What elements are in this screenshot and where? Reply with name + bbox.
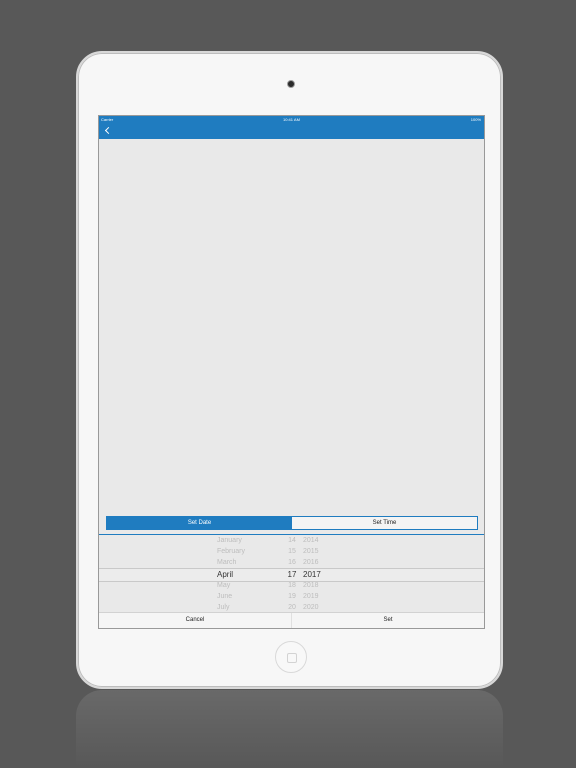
set-date-tab[interactable]: Set Date xyxy=(107,517,292,529)
picker-action-bar: Cancel Set xyxy=(99,612,484,628)
status-time: 10:41 AM xyxy=(283,117,300,122)
cancel-button[interactable]: Cancel xyxy=(99,613,291,628)
navigation-bar xyxy=(99,123,484,139)
date-picker[interactable]: January February March April May June Ju… xyxy=(99,535,484,612)
month-item: February xyxy=(217,548,246,555)
day-item: 16 xyxy=(288,559,296,566)
status-bar: Carrier 10:41 AM 100% xyxy=(99,116,484,123)
home-square-icon xyxy=(287,653,297,663)
day-item: 18 xyxy=(288,582,296,589)
day-item: 20 xyxy=(288,604,296,611)
year-item: 2018 xyxy=(303,582,319,589)
front-camera xyxy=(287,80,295,88)
month-item: June xyxy=(217,593,233,600)
device-reflection xyxy=(76,690,503,768)
month-item: July xyxy=(217,604,230,611)
day-item: 14 xyxy=(288,537,296,544)
month-item: January xyxy=(217,537,242,544)
selected-day: 17 xyxy=(287,570,297,579)
home-button[interactable] xyxy=(275,641,307,673)
battery-label: 100% xyxy=(470,117,481,122)
month-item: May xyxy=(217,582,231,589)
year-wheel[interactable]: 2014 2015 2016 2017 2018 2019 2020 xyxy=(303,535,343,612)
back-chevron-icon[interactable] xyxy=(101,124,115,138)
year-item: 2014 xyxy=(303,537,319,544)
device-stage: Carrier 10:41 AM 100% Set Date Set Time … xyxy=(0,0,576,768)
date-time-segmented-control: Set Date Set Time xyxy=(106,516,478,530)
month-wheel[interactable]: January February March April May June Ju… xyxy=(217,535,279,612)
day-item: 19 xyxy=(288,593,296,600)
month-item: March xyxy=(217,559,237,566)
year-item: 2016 xyxy=(303,559,319,566)
year-item: 2015 xyxy=(303,548,319,555)
year-item: 2019 xyxy=(303,593,319,600)
app-screen: Carrier 10:41 AM 100% Set Date Set Time … xyxy=(98,115,485,629)
year-item: 2020 xyxy=(303,604,319,611)
set-button[interactable]: Set xyxy=(291,613,484,628)
carrier-label: Carrier xyxy=(101,117,114,122)
ipad-frame: Carrier 10:41 AM 100% Set Date Set Time … xyxy=(76,51,503,689)
set-time-tab[interactable]: Set Time xyxy=(292,517,477,529)
day-wheel[interactable]: 14 15 16 17 18 19 20 xyxy=(283,535,301,612)
selected-month: April xyxy=(217,570,234,579)
day-item: 15 xyxy=(288,548,296,555)
selected-year: 2017 xyxy=(303,570,321,579)
